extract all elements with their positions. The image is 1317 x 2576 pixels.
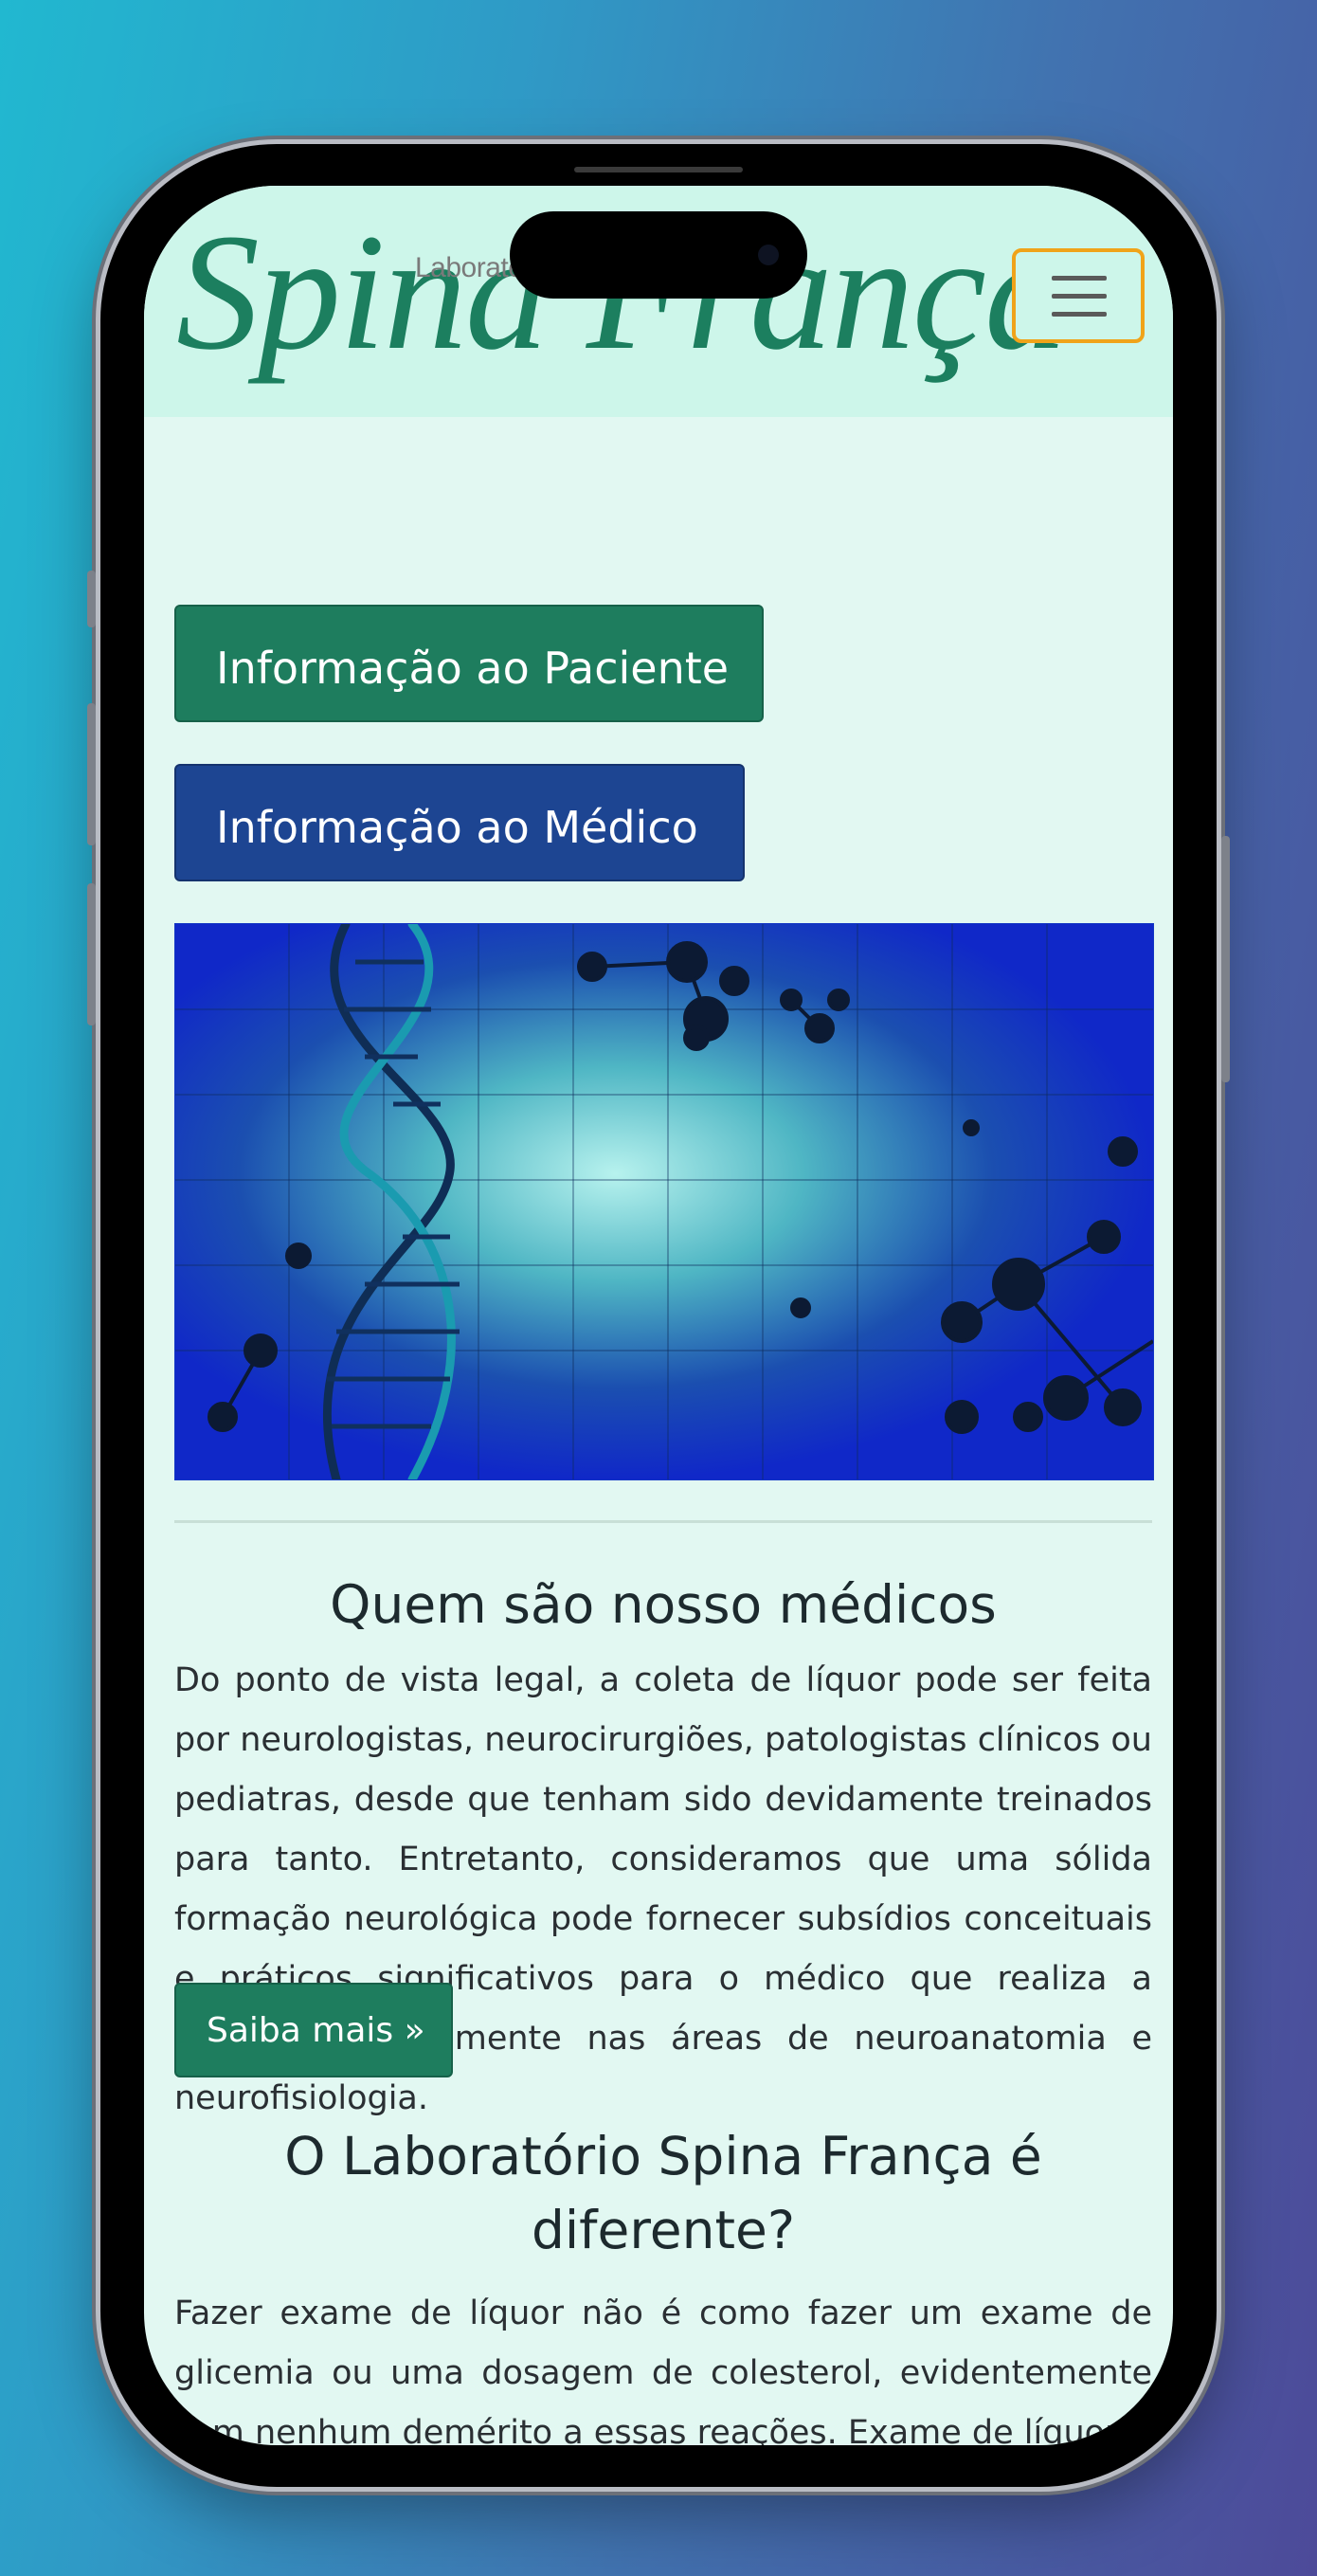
section-divider bbox=[174, 1520, 1152, 1523]
section-body-doctors: Do ponto de vista legal, a coleta de líq… bbox=[174, 1661, 1152, 2117]
camera-dot bbox=[758, 245, 779, 265]
volume-up-button bbox=[87, 703, 96, 845]
power-button bbox=[1221, 836, 1230, 1082]
volume-down-button bbox=[87, 883, 96, 1025]
doctor-info-button[interactable]: Informação ao Médico bbox=[174, 764, 745, 881]
silent-switch bbox=[87, 571, 96, 627]
dynamic-island bbox=[510, 211, 807, 299]
earpiece-speaker bbox=[574, 167, 743, 172]
screen: Spina França Laboratório Informação ao P… bbox=[144, 186, 1173, 2445]
patient-info-button[interactable]: Informação ao Paciente bbox=[174, 605, 764, 722]
menu-toggle-button[interactable] bbox=[1012, 248, 1145, 343]
learn-more-button[interactable]: Saiba mais » bbox=[174, 1983, 453, 2077]
section-title-doctors: Quem são nosso médicos bbox=[330, 1574, 997, 1635]
section-body-lab: Fazer exame de líquor não é como fazer u… bbox=[174, 2295, 1152, 2445]
dna-molecule-illustration bbox=[175, 924, 1153, 1479]
section-title-lab: O Laboratório Spina França é diferente? bbox=[284, 2126, 1042, 2260]
hero-image bbox=[174, 923, 1154, 1480]
